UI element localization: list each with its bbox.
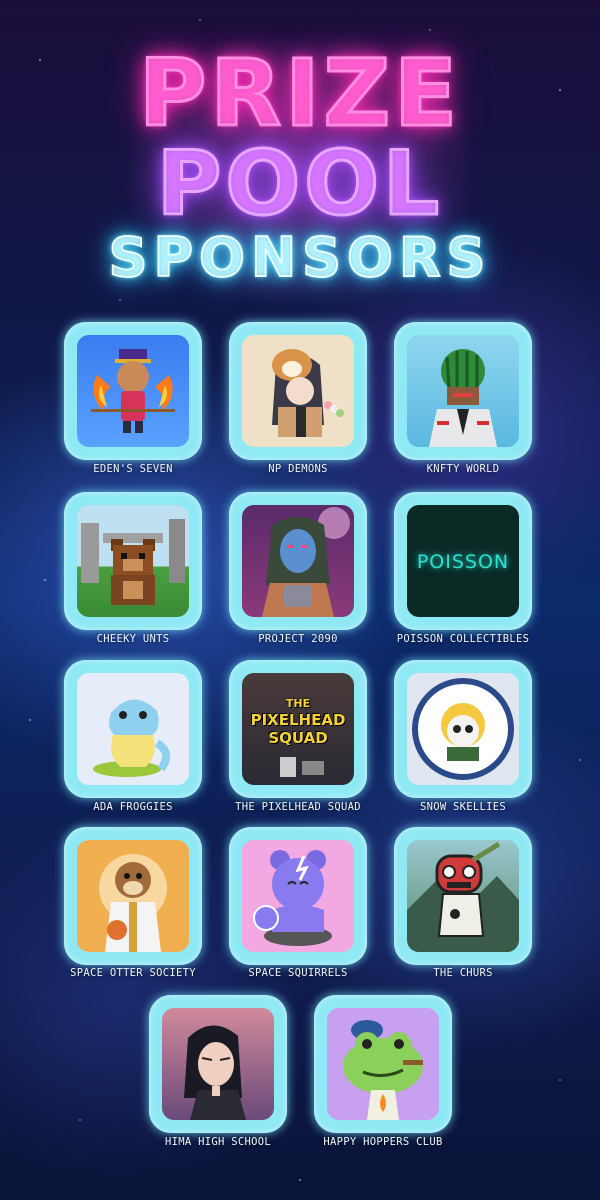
sponsor-card-the-pixelhead-squad[interactable]: THE PIXELHEAD SQUAD — [229, 660, 367, 798]
pixelhead-squad-logo-icon: THE PIXELHEAD SQUAD — [242, 673, 354, 785]
sponsor-card-knfty-world[interactable] — [394, 322, 532, 460]
sponsor-name: NP DEMONS — [268, 463, 328, 475]
title-sponsors: SPONSORS — [108, 226, 492, 289]
pixel-monk-avatar-icon — [77, 335, 189, 447]
sponsor-name: POISSON COLLECTIBLES — [396, 633, 530, 645]
anime-girl-avatar-icon — [162, 1008, 274, 1120]
sponsor-name: SPACE OTTER SOCIETY — [70, 967, 196, 979]
sponsor-name: SNOW SKELLIES — [419, 801, 507, 813]
sponsor-card-the-churs[interactable] — [394, 827, 532, 965]
sponsor-card-happy-hoppers-club[interactable] — [314, 995, 452, 1133]
sponsor-name: KNFTY WORLD — [426, 463, 500, 475]
sponsor-card-space-otter-society[interactable] — [64, 827, 202, 965]
sponsor-card-space-squirrels[interactable] — [229, 827, 367, 965]
sponsor-name: HIMA HIGH SCHOOL — [165, 1136, 271, 1148]
girl-with-shiba-mask-avatar-icon — [242, 335, 354, 447]
snow-skellies-badge-icon — [407, 673, 519, 785]
sponsor-name: EDEN'S SEVEN — [93, 463, 173, 475]
sponsor-card-project-2090[interactable] — [229, 492, 367, 630]
poisson-logo-icon: POISSON — [407, 505, 519, 617]
sponsor-name: THE PIXELHEAD SQUAD — [235, 801, 361, 813]
sponsor-name: HAPPY HOPPERS CLUB — [323, 1136, 443, 1148]
purple-squirrel-avatar-icon — [242, 840, 354, 952]
sponsor-name: ADA FROGGIES — [93, 801, 173, 813]
watermelon-head-avatar-icon — [407, 335, 519, 447]
title-pool: POOL — [155, 132, 444, 235]
sponsor-name: CHEEKY UNTS — [96, 633, 170, 645]
title-prize: PRIZE — [137, 40, 462, 147]
sponsor-card-np-demons[interactable] — [229, 322, 367, 460]
yellow-frog-dino-avatar-icon — [77, 673, 189, 785]
pixel-bear-avatar-icon — [77, 505, 189, 617]
cyber-woman-avatar-icon — [242, 505, 354, 617]
sponsor-card-edens-seven[interactable] — [64, 322, 202, 460]
sponsor-card-poisson-collectibles[interactable]: POISSON — [394, 492, 532, 630]
sponsor-card-cheeky-unts[interactable] — [64, 492, 202, 630]
sponsor-name: PROJECT 2090 — [258, 633, 338, 645]
sponsor-name: SPACE SQUIRRELS — [248, 967, 348, 979]
sponsor-name: THE CHURS — [433, 967, 493, 979]
sponsor-card-ada-froggies[interactable] — [64, 660, 202, 798]
green-frog-cigar-avatar-icon — [327, 1008, 439, 1120]
otter-captain-avatar-icon — [77, 840, 189, 952]
red-masked-creature-avatar-icon — [407, 840, 519, 952]
sponsor-card-hima-high-school[interactable] — [149, 995, 287, 1133]
poisson-logo-text: POISSON — [416, 551, 510, 573]
sponsor-card-snow-skellies[interactable] — [394, 660, 532, 798]
